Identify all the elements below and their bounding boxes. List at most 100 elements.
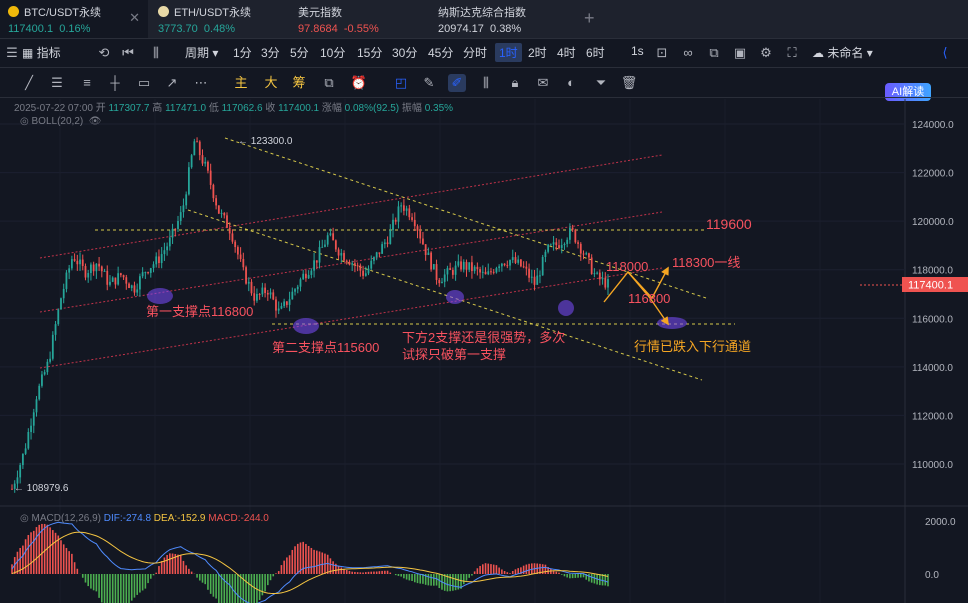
- down-channel-upper-line[interactable]: [224, 137, 707, 299]
- candle-body: [264, 287, 266, 294]
- candle-body: [256, 294, 258, 301]
- candle-body: [337, 249, 340, 256]
- candle-body: [299, 279, 302, 287]
- candle-body: [84, 266, 87, 278]
- high-marker-label: ← 123300.0: [238, 136, 293, 147]
- candle-body: [484, 271, 487, 275]
- candle-body: [528, 268, 530, 278]
- candle-body: [400, 205, 403, 207]
- candle-body: [343, 253, 345, 261]
- candle-body: [174, 228, 177, 230]
- candle-body: [296, 286, 299, 290]
- macd-axis-tick-label: 0.0: [925, 570, 939, 581]
- price-axis-tick-label: 122000.0: [912, 169, 954, 180]
- annot-support2: 第二支撑点115600: [272, 340, 379, 355]
- candle-body: [373, 257, 375, 261]
- candle-body: [596, 272, 599, 274]
- candle-body: [41, 374, 43, 386]
- candle-body: [305, 273, 307, 279]
- candle-body: [571, 227, 574, 230]
- candle-body: [560, 245, 563, 249]
- candle-body: [171, 228, 174, 238]
- candle-body: [394, 219, 397, 222]
- candle-body: [457, 261, 460, 266]
- candle-body: [21, 453, 24, 466]
- candle-body: [471, 262, 473, 272]
- candle-body: [598, 272, 601, 280]
- candle-body: [253, 293, 256, 301]
- candle-body: [54, 324, 57, 335]
- candle-body: [109, 281, 111, 285]
- candle-body: [500, 263, 503, 267]
- candle-body: [288, 299, 291, 305]
- candle-body: [324, 244, 326, 247]
- candle-body: [166, 246, 169, 251]
- boll-indicator-label[interactable]: ◎ BOLL(20,2) 👁︎: [20, 116, 101, 127]
- candle-body: [149, 268, 152, 273]
- candle-body: [481, 271, 484, 273]
- candle-body: [90, 264, 92, 274]
- candle-body: [57, 309, 60, 325]
- candle-body: [424, 244, 427, 255]
- candle-body: [370, 260, 373, 269]
- candle-body: [234, 241, 237, 248]
- candle-body: [563, 243, 566, 246]
- candle-body: [533, 276, 536, 285]
- touch-marker: [558, 300, 574, 316]
- candle-body: [558, 245, 560, 249]
- candle-body: [223, 212, 226, 216]
- channel-upper-line[interactable]: [39, 154, 663, 259]
- candle-body: [283, 301, 286, 307]
- candle-body: [285, 301, 288, 305]
- candle-body: [411, 217, 413, 220]
- candle-body: [280, 306, 283, 309]
- candle-body: [193, 141, 196, 156]
- candle-body: [119, 273, 122, 276]
- annot-118300: 118300一线: [672, 255, 740, 270]
- channel-mid-line[interactable]: [39, 211, 663, 313]
- candle-body: [11, 488, 13, 490]
- support2-marker: [293, 318, 319, 334]
- candle-body: [163, 250, 166, 255]
- candle-body: [73, 259, 76, 261]
- candle-body: [100, 266, 103, 272]
- candle-body: [258, 294, 261, 296]
- candle-body: [334, 240, 337, 250]
- candle-body: [215, 198, 218, 206]
- candle-body: [106, 270, 109, 285]
- macd-indicator-label[interactable]: ◎ MACD(12,26,9) DIF:-274.8 DEA:-152.9 MA…: [20, 513, 269, 524]
- candle-body: [473, 266, 476, 272]
- candle-body: [19, 465, 22, 478]
- candle-body: [506, 265, 509, 267]
- candle-body: [272, 292, 275, 300]
- candle-body: [438, 279, 441, 284]
- candle-body: [435, 264, 438, 280]
- candle-body: [552, 242, 555, 245]
- low-marker-label: ← 108979.6: [14, 483, 69, 494]
- ohlc-info: 2025-07-22 07:00 开 117307.7 高 117471.0 低…: [14, 103, 454, 114]
- candle-body: [43, 372, 46, 375]
- candle-body: [111, 277, 114, 282]
- candle-body: [402, 205, 405, 211]
- candle-body: [577, 242, 579, 244]
- candle-body: [378, 252, 381, 254]
- candle-body: [539, 275, 541, 277]
- candle-body: [541, 256, 544, 276]
- candle-body: [76, 260, 79, 265]
- candle-body: [356, 265, 359, 267]
- candle-body: [247, 281, 250, 284]
- candle-body: [318, 247, 321, 263]
- candle-body: [228, 227, 231, 234]
- candle-body: [275, 299, 277, 311]
- candle-body: [405, 208, 408, 211]
- candle-body: [590, 257, 593, 274]
- candle-body: [451, 269, 454, 275]
- candle-body: [46, 361, 49, 373]
- candle-body: [198, 141, 201, 156]
- candle-body: [212, 184, 215, 199]
- candle-body: [367, 268, 370, 274]
- candle-body: [79, 259, 81, 265]
- candle-body: [332, 233, 335, 241]
- candle-body: [62, 288, 65, 299]
- candle-body: [313, 260, 315, 271]
